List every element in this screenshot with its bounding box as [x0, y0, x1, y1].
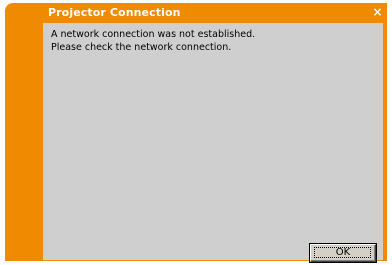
message-line-1: A network connection was not established…: [51, 29, 256, 40]
ok-button-label: OK: [335, 247, 351, 258]
title-bar[interactable]: Projector Connection ×: [5, 3, 387, 23]
message-text: A network connection was not established…: [51, 28, 255, 54]
dialog-body: A network connection was not established…: [43, 23, 383, 263]
dialog-title: Projector Connection: [48, 6, 181, 19]
dialog-window: Projector Connection × A network connect…: [5, 3, 387, 263]
close-icon[interactable]: ×: [371, 6, 384, 19]
message-line-2: Please check the network connection.: [51, 42, 232, 53]
ok-button[interactable]: OK: [309, 243, 377, 263]
